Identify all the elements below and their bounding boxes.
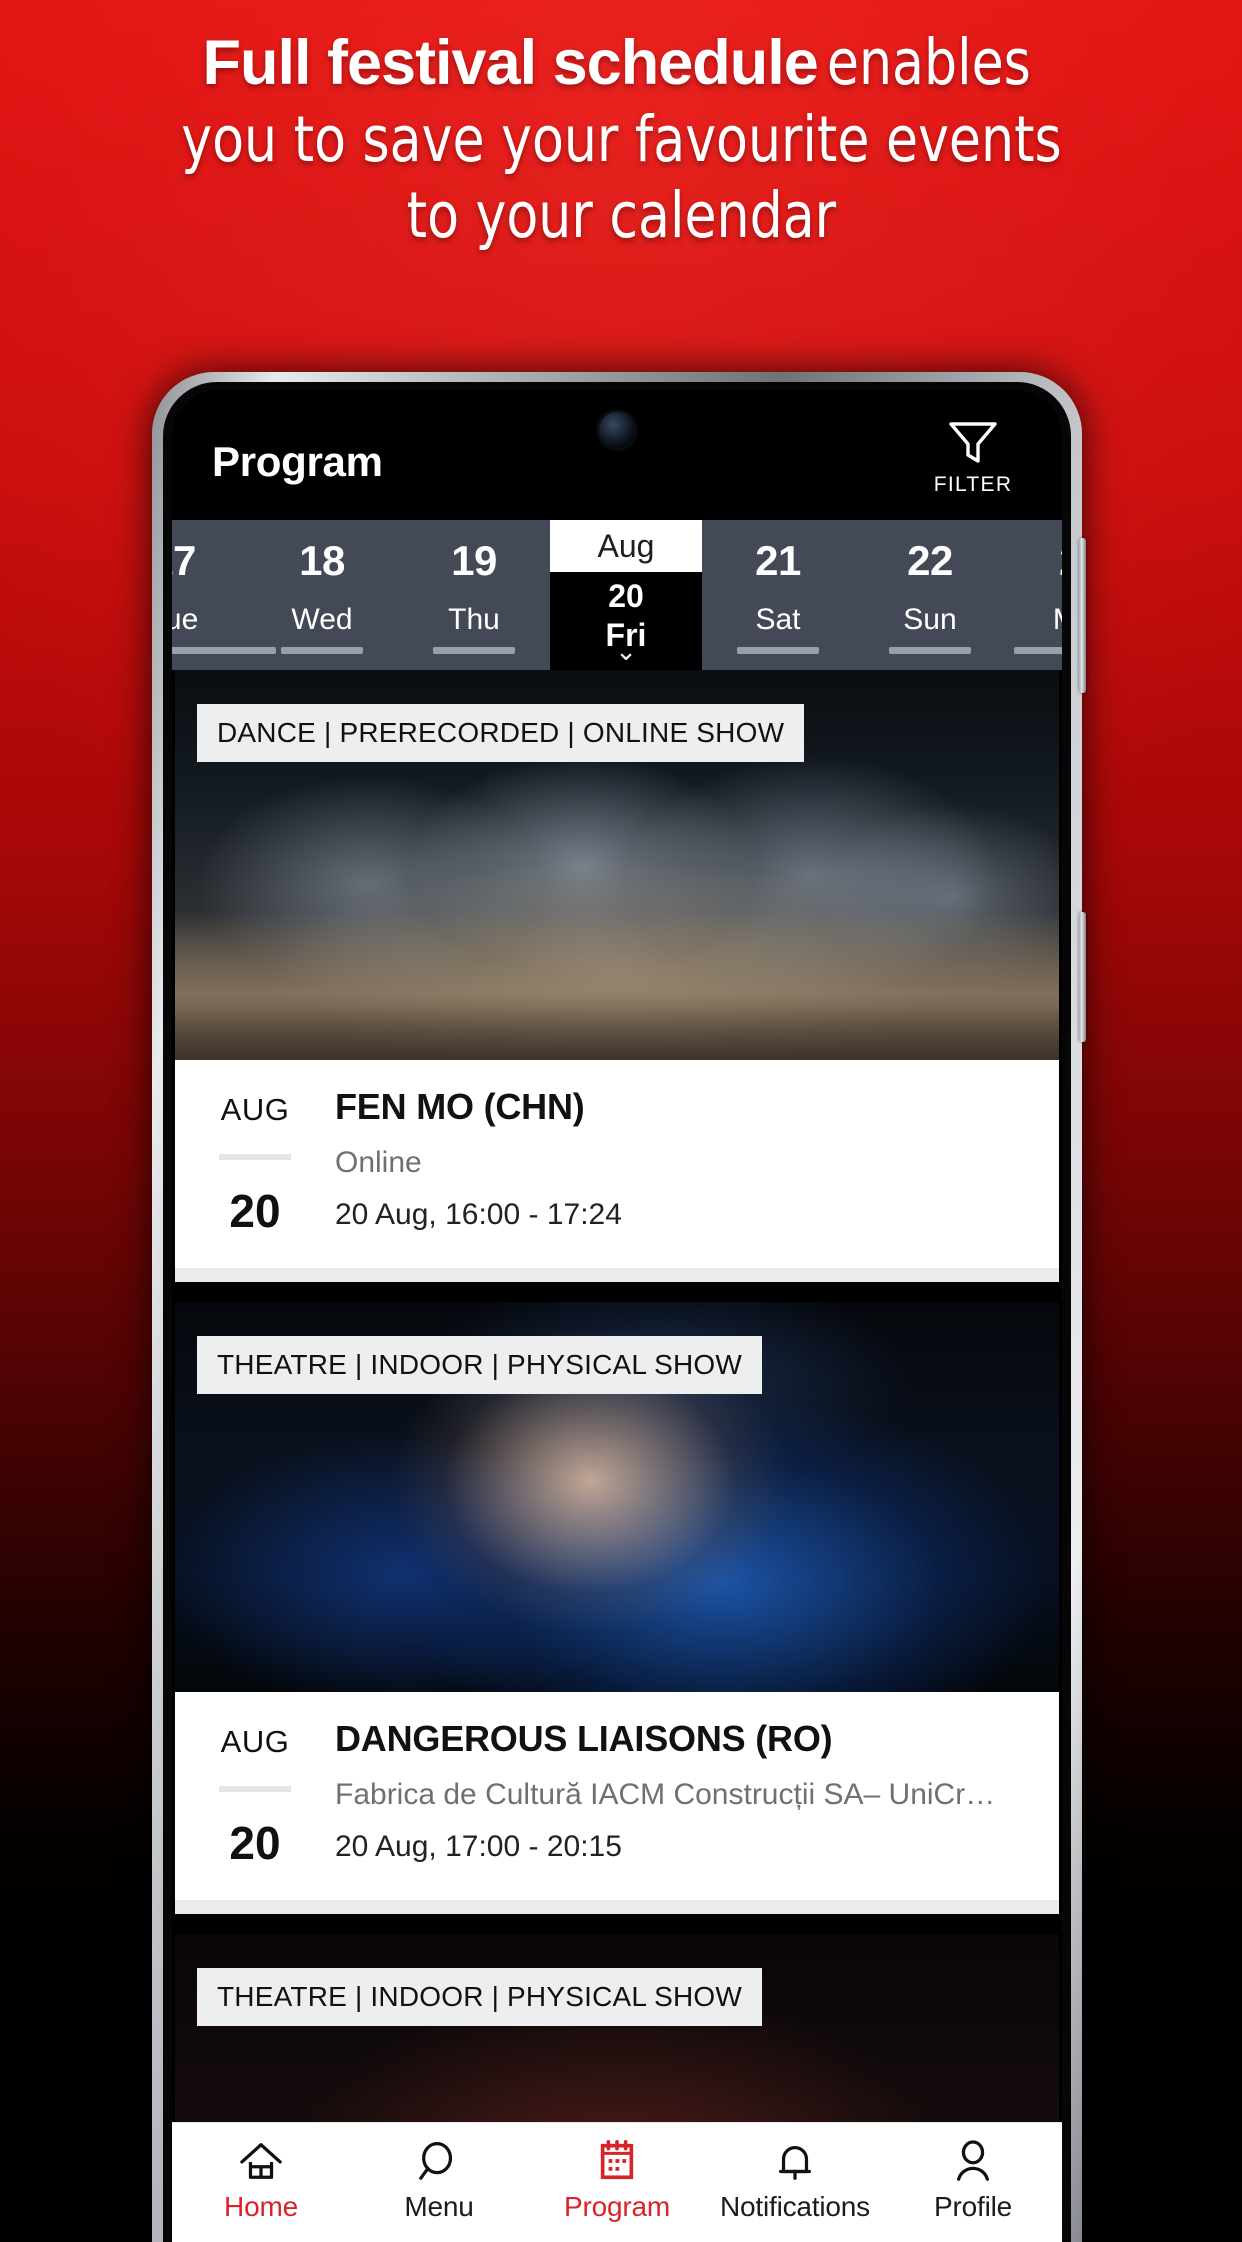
date-chip-18[interactable]: 18 Wed [246, 520, 398, 670]
date-chip-number: 21 [755, 537, 801, 584]
date-chip-20-selected[interactable]: Aug 20 Fri ⌄ [550, 520, 702, 670]
event-hero-image: THEATRE | INDOOR | PHYSICAL SHOW [175, 1302, 1059, 1692]
theatre-performance-photo [175, 1934, 1059, 2122]
phone-screen: Program FILTER 17 Tue [172, 390, 1062, 2242]
date-chip-weekday: Sat [755, 603, 801, 636]
date-chip-underline [281, 647, 363, 654]
event-venue: Fabrica de Cultură IACM Construcții SA– … [335, 1778, 996, 1811]
date-chip-underline [1014, 647, 1062, 654]
event-card[interactable]: THEATRE | INDOOR | PHYSICAL SHOW AUG 20 … [175, 1302, 1059, 1914]
headline-light-3: to your calendar [406, 179, 836, 253]
nav-label-profile: Profile [934, 2191, 1012, 2222]
date-strip[interactable]: 17 Tue 18 Wed 19 Thu Aug 20 Fri [172, 520, 1062, 670]
date-chip-number: 22 [907, 537, 953, 584]
event-text-block: FEN MO (CHN) Online 20 Aug, 16:00 - 17:2… [335, 1086, 1059, 1238]
date-chip-19[interactable]: 19 Thu [398, 520, 550, 670]
date-chip-weekday: Thu [448, 603, 500, 636]
event-hero-image: THEATRE | INDOOR | PHYSICAL SHOW [175, 1934, 1059, 2122]
event-time: 20 Aug, 17:00 - 20:15 [335, 1830, 622, 1863]
event-title: DANGEROUS LIAISONS (RO) [335, 1718, 833, 1759]
front-camera-punch-hole [599, 412, 635, 448]
phone-bezel: Program FILTER 17 Tue [163, 382, 1071, 2242]
bell-icon [706, 2139, 884, 2183]
date-chip-weekday: Mon [1006, 603, 1062, 637]
event-details: AUG 20 FEN MO (CHN) Online 20 Aug, 16:00… [175, 1060, 1059, 1268]
person-icon [884, 2139, 1062, 2183]
event-venue: Online [335, 1146, 422, 1179]
phone-power-button [1079, 912, 1086, 1042]
event-date-block: AUG 20 [175, 1086, 335, 1238]
date-chip-22[interactable]: 22 Sun [854, 520, 1006, 670]
calendar-icon [528, 2139, 706, 2183]
headline-bold: Full festival schedule [202, 28, 819, 98]
event-card[interactable]: DANCE | PRERECORDED | ONLINE SHOW AUG 20… [175, 670, 1059, 1282]
event-title: FEN MO (CHN) [335, 1086, 585, 1127]
home-icon [172, 2139, 350, 2183]
date-chip-underline [433, 647, 515, 654]
event-category-tag: DANCE | PRERECORDED | ONLINE SHOW [197, 704, 805, 762]
nav-label-program: Program [564, 2191, 670, 2222]
event-details: AUG 20 DANGEROUS LIAISONS (RO) Fabrica d… [175, 1692, 1059, 1900]
nav-label-home: Home [224, 2191, 298, 2222]
date-chip-number: 18 [299, 537, 345, 584]
event-date-block: AUG 20 [175, 1718, 335, 1870]
event-day: 20 [229, 1185, 281, 1237]
selected-date-month: Aug [550, 520, 702, 572]
event-list[interactable]: DANCE | PRERECORDED | ONLINE SHOW AUG 20… [172, 670, 1062, 2122]
nav-item-profile[interactable]: Profile [884, 2139, 1062, 2223]
date-chip-underline [737, 647, 819, 654]
date-chip-23[interactable]: 23 Mon [1006, 520, 1062, 670]
nav-label-menu: Menu [404, 2191, 474, 2222]
date-chip-weekday: Sun [903, 603, 957, 636]
page-title: Program [212, 438, 383, 485]
event-text-block: DANGEROUS LIAISONS (RO) Fabrica de Cultu… [335, 1718, 1059, 1870]
event-card[interactable]: THEATRE | INDOOR | PHYSICAL SHOW [175, 1934, 1059, 2122]
event-day: 20 [229, 1817, 281, 1869]
event-time: 20 Aug, 16:00 - 17:24 [335, 1198, 622, 1231]
date-chip-21[interactable]: 21 Sat [702, 520, 854, 670]
filter-label: FILTER [933, 473, 1013, 496]
card-separator [175, 1268, 1059, 1282]
filter-button[interactable]: FILTER [918, 420, 1028, 497]
event-month: AUG [220, 1092, 290, 1127]
event-date-divider [219, 1154, 291, 1160]
event-category-tag: THEATRE | INDOOR | PHYSICAL SHOW [197, 1968, 763, 2026]
nav-item-home[interactable]: Home [172, 2139, 350, 2223]
date-chip-17[interactable]: 17 Tue [172, 520, 276, 670]
date-chip-weekday: Wed [291, 603, 353, 636]
search-icon [350, 2139, 528, 2183]
nav-label-notifications: Notifications [720, 2191, 870, 2222]
promo-headline: Full festival schedule enables you to sa… [0, 26, 1242, 253]
nav-item-program[interactable]: Program [528, 2139, 706, 2223]
headline-light-1: enables [826, 26, 1031, 99]
date-chip-number: 23 [1006, 537, 1062, 585]
bottom-navigation[interactable]: Home Menu Program Notifications Profile [172, 2122, 1062, 2242]
phone-mockup: Program FILTER 17 Tue [152, 372, 1086, 2242]
nav-item-menu[interactable]: Menu [350, 2139, 528, 2223]
app-bar: Program FILTER [172, 390, 1062, 520]
headline-light-2: you to save your favourite events [180, 102, 1062, 176]
date-chip-weekday: Tue [172, 603, 199, 636]
chevron-down-icon[interactable]: ⌄ [550, 638, 702, 664]
funnel-icon [918, 420, 1028, 466]
nav-item-notifications[interactable]: Notifications [706, 2139, 884, 2223]
event-month: AUG [220, 1724, 290, 1759]
selected-date-number: 20 [608, 578, 644, 614]
event-category-tag: THEATRE | INDOOR | PHYSICAL SHOW [197, 1336, 763, 1394]
event-hero-image: DANCE | PRERECORDED | ONLINE SHOW [175, 670, 1059, 1060]
date-chip-number: 17 [172, 537, 196, 584]
date-chip-underline [889, 647, 971, 654]
date-chip-number: 19 [451, 537, 497, 584]
event-date-divider [219, 1786, 291, 1792]
phone-volume-button [1079, 538, 1086, 693]
card-separator [175, 1900, 1059, 1914]
